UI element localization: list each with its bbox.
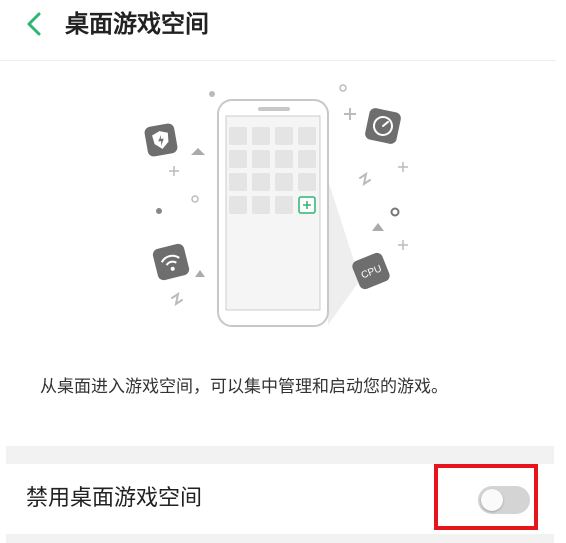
chevron-left-icon[interactable] (20, 6, 50, 42)
wifi-icon (152, 243, 190, 281)
add-icon (298, 196, 316, 214)
header-divider (0, 60, 556, 61)
gauge-icon (365, 108, 401, 144)
cpu-icon: CPU (352, 252, 390, 290)
highlight-box (434, 464, 538, 530)
description-text: 从桌面进入游戏空间，可以集中管理和启动您的游戏。 (40, 377, 448, 397)
setting-label: 禁用桌面游戏空间 (26, 486, 203, 511)
section-gap (6, 446, 554, 464)
game-space-illustration: CPU (144, 84, 408, 327)
shield-lightning-icon (144, 123, 178, 157)
header-bar: 桌面游戏空间 (0, 0, 566, 52)
phone-shadow (328, 180, 360, 325)
bottom-gap (6, 534, 554, 543)
page-title: 桌面游戏空间 (65, 10, 209, 38)
